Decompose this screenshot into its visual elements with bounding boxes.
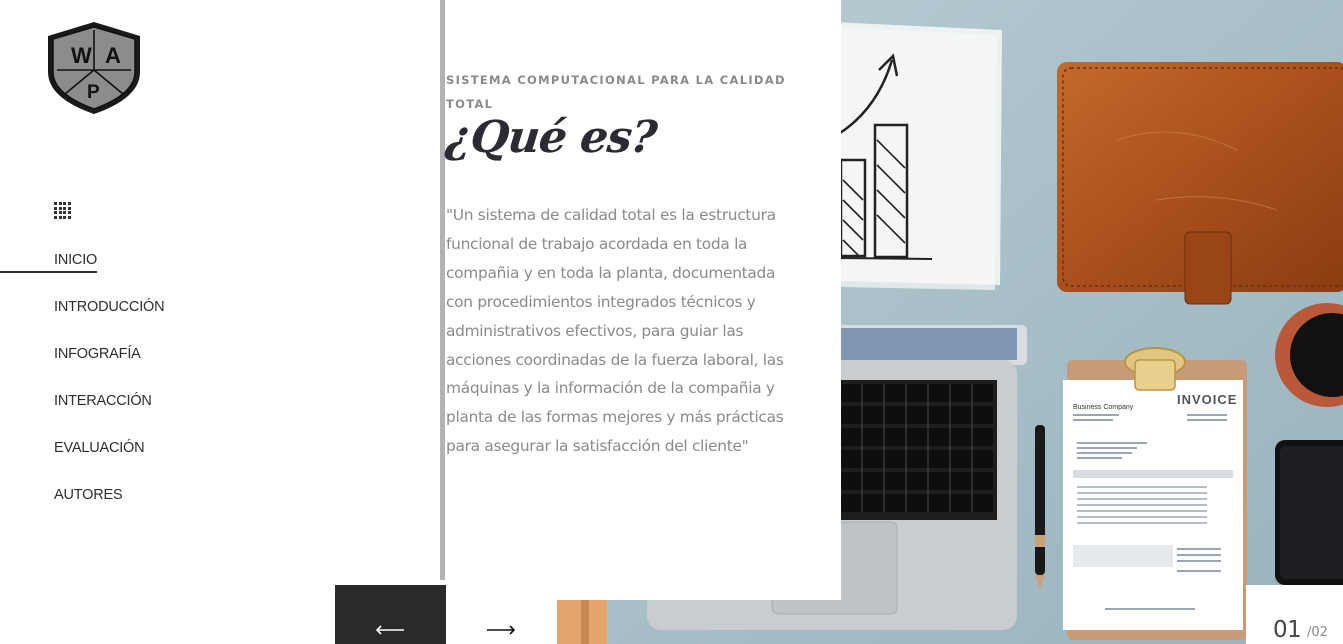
nav-item-introduccion[interactable]: INTRODUCCIÓN — [0, 297, 330, 344]
slide-total: /02 — [1307, 625, 1328, 640]
arrow-left-icon — [376, 625, 404, 635]
slide-page: W A P INICIO INTRODUCCIÓN INFOGRAFÍA INT… — [0, 0, 1343, 644]
logo-letter-p: P — [87, 82, 100, 103]
slide-current: 01 — [1273, 617, 1302, 643]
definition-text: "Un sistema de calidad total es la estru… — [446, 206, 784, 456]
grid-icon[interactable] — [54, 202, 71, 219]
content-panel: SISTEMA COMPUTACIONAL PARA LA CALIDAD TO… — [443, 0, 841, 600]
nav-item-interaccion[interactable]: INTERACCIÓN — [0, 391, 330, 438]
nav-item-evaluacion[interactable]: EVALUACIÓN — [0, 438, 330, 485]
nav-item-inicio[interactable]: INICIO — [0, 250, 330, 297]
slide-counter: 01 /02 — [1246, 585, 1343, 644]
previous-button[interactable] — [335, 585, 446, 644]
section-subtitle: SISTEMA COMPUTACIONAL PARA LA CALIDAD TO… — [446, 73, 786, 111]
page-title: ¿Qué es? — [443, 112, 659, 163]
invoice-heading: INVOICE — [1177, 392, 1237, 407]
sidebar-nav: INICIO INTRODUCCIÓN INFOGRAFÍA INTERACCI… — [0, 250, 330, 532]
invoice-company: Business Company — [1073, 404, 1134, 411]
next-button[interactable] — [446, 600, 557, 644]
logo-letter-a: A — [105, 43, 121, 68]
nav-item-infografia[interactable]: INFOGRAFÍA — [0, 344, 330, 391]
vertical-divider — [440, 0, 445, 580]
wap-logo: W A P — [45, 20, 143, 116]
nav-item-autores[interactable]: AUTORES — [0, 485, 330, 532]
logo-letter-w: W — [71, 43, 92, 68]
arrow-right-icon — [487, 625, 515, 635]
